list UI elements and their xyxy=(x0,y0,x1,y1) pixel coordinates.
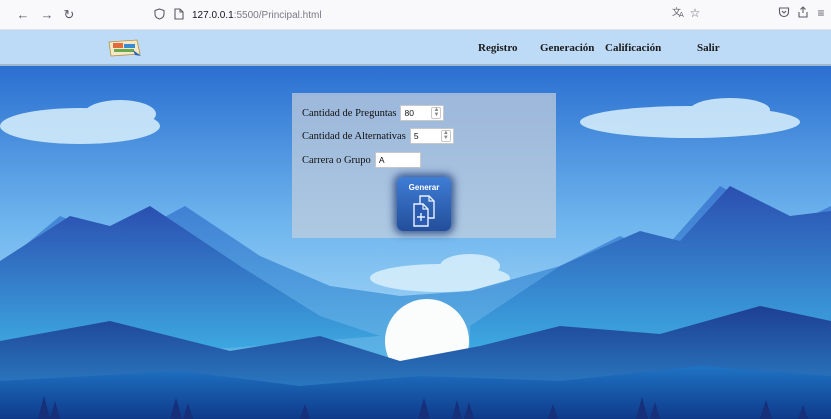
generate-label: Generar xyxy=(408,183,440,192)
nav-salir[interactable]: Salir xyxy=(697,42,720,54)
translate-icon[interactable]: 文A xyxy=(671,6,687,21)
svg-text:A: A xyxy=(679,11,684,18)
share-icon[interactable] xyxy=(795,6,811,21)
questions-value: 80 xyxy=(404,108,414,118)
group-row: Carrera o Grupo A xyxy=(302,152,421,168)
site-navbar: Registro Generación Calificación Salir xyxy=(0,30,831,66)
menu-icon[interactable]: ≡ xyxy=(813,6,829,20)
alternatives-row: Cantidad de Alternativas 5 ▲ ▼ xyxy=(302,128,454,144)
questions-row: Cantidad de Preguntas 80 ▲ ▼ xyxy=(302,105,445,121)
alternatives-spinner-icon[interactable]: ▲ ▼ xyxy=(440,130,451,142)
url-path: :5500/Principal.html xyxy=(233,9,322,21)
questions-spinner-icon[interactable]: ▲ ▼ xyxy=(431,107,442,119)
url-host: 127.0.0.1 xyxy=(192,9,234,21)
page-icon[interactable] xyxy=(172,7,186,23)
alternatives-label: Cantidad de Alternativas xyxy=(302,130,406,142)
browser-toolbar: ← → ↻ 127.0.0.1:5500/Principal.html 文A ☆… xyxy=(0,0,831,30)
questions-input[interactable]: 80 ▲ ▼ xyxy=(400,105,445,121)
group-label: Carrera o Grupo xyxy=(302,154,371,166)
site-logo[interactable] xyxy=(107,38,143,58)
star-icon[interactable]: ☆ xyxy=(687,6,703,20)
generate-button[interactable]: Generar xyxy=(397,177,451,231)
nav-generacion[interactable]: Generación xyxy=(540,42,594,54)
back-icon[interactable]: ← xyxy=(14,6,32,24)
pocket-icon[interactable] xyxy=(776,6,792,21)
group-input[interactable]: A xyxy=(374,152,421,168)
reload-icon[interactable]: ↻ xyxy=(60,6,78,24)
address-bar[interactable]: 127.0.0.1:5500/Principal.html xyxy=(152,5,712,25)
generation-form-panel: Cantidad de Preguntas 80 ▲ ▼ Cantidad de … xyxy=(292,93,556,238)
questions-label: Cantidad de Preguntas xyxy=(302,107,397,119)
copy-add-icon xyxy=(410,194,438,233)
alternatives-input[interactable]: 5 ▲ ▼ xyxy=(409,128,454,144)
nav-calificacion[interactable]: Calificación xyxy=(605,42,661,54)
shield-icon[interactable] xyxy=(152,7,166,23)
nav-registro[interactable]: Registro xyxy=(478,42,518,54)
forward-icon[interactable]: → xyxy=(38,6,56,24)
alternatives-value: 5 xyxy=(413,131,419,141)
